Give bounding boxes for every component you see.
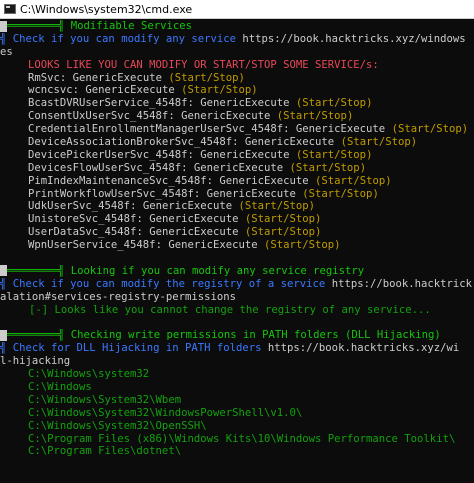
console-output[interactable]: ════════╣ Modifiable Services ╣ Check if…: [0, 19, 474, 483]
service-permission: GenericExecute: [200, 97, 290, 110]
path-folder: C:\Program Files\dotnet\: [28, 445, 182, 458]
service-name: WpnUserService_4548f: [28, 239, 156, 252]
window-title: C:\Windows\system32\cmd.exe: [20, 2, 193, 16]
service-action: (Start/Stop): [391, 123, 469, 136]
path-folder-row: C:\Program Files (x86)\Windows Kits\10\W…: [0, 433, 474, 446]
service-action: (Start/Stop): [295, 97, 373, 110]
service-action: (Start/Stop): [295, 148, 373, 161]
service-action: (Start/Stop): [264, 239, 341, 252]
service-row: BcastDVRUserService_4548f: GenericExecut…: [28, 97, 373, 110]
service-action: (Start/Stop): [181, 84, 258, 97]
service-row: PrintWorkflowUserSvc_4548f: GenericExecu…: [28, 187, 379, 200]
path-folder: C:\Windows: [28, 380, 92, 393]
check-line: ╣ Check if you can modify the registry o…: [0, 277, 473, 290]
section-header-registry: ════════╣ Looking if you can modify any …: [0, 265, 474, 278]
path-folder: C:\Windows\System32\Wbem: [28, 393, 182, 406]
service-permission: GenericExecute: [85, 84, 175, 97]
service-row: DeviceAssociationBrokerSvc_4548f: Generi…: [28, 136, 418, 149]
service-permission: GenericExecute: [200, 148, 290, 161]
path-folder-row: C:\Program Files\dotnet\: [0, 445, 474, 458]
service-name: UnistoreSvc_4548f: [28, 213, 137, 226]
service-action: (Start/Stop): [315, 174, 392, 187]
service-action: (Start/Stop): [340, 136, 418, 149]
service-row: ConsentUxUserSvc_4548f: GenericExecute (…: [28, 110, 354, 123]
service-row: wcncsvc: GenericExecute (Start/Stop): [28, 84, 258, 97]
path-folder: C:\Windows\System32\OpenSSH\: [28, 419, 207, 432]
registry-result: [-] Looks like you cannot change the reg…: [29, 303, 431, 316]
path-folder-row: C:\Windows\system32: [0, 368, 474, 381]
service-name: RmSvc: [28, 71, 60, 84]
service-action: (Start/Stop): [276, 110, 354, 123]
check-line: ╣ Check if you can modify any service ht…: [0, 32, 466, 45]
path-folder-row: C:\Windows\System32\OpenSSH\: [0, 420, 474, 433]
service-row: CredentialEnrollmentManagerUserSvc_4548f…: [28, 123, 469, 136]
service-permission: GenericExecute: [193, 161, 284, 174]
path-folder: C:\Windows\System32\WindowsPowerShell\v1…: [28, 406, 303, 419]
path-folders-list: C:\Windows\system32 C:\Windows C:\Windows\…: [0, 368, 474, 458]
service-row: DevicesFlowUserSvc_4548f: GenericExecute…: [28, 161, 367, 174]
service-name: wcncsvc: [28, 84, 73, 97]
url-continuation: l-hijacking: [0, 355, 71, 368]
path-folder: C:\Windows\system32: [28, 368, 150, 381]
service-name: BcastDVRUserService_4548f: [28, 97, 188, 110]
section-marker-icon: [0, 265, 7, 277]
url-text: https://book.hacktricks.xyz/wi: [267, 342, 460, 355]
service-name: PrintWorkflowUserSvc_4548f: [28, 187, 194, 200]
service-row: UdkUserSvc_4548f: GenericExecute (Start/…: [28, 200, 316, 213]
title-bar[interactable]: C:\Windows\system32\cmd.exe: [0, 0, 474, 19]
path-folder-row: C:\Windows: [0, 381, 474, 394]
service-permission: GenericExecute: [206, 187, 296, 200]
service-permission: GenericExecute: [219, 174, 309, 187]
path-folder-row: C:\Windows\System32\Wbem: [0, 394, 474, 407]
service-action: (Start/Stop): [244, 226, 322, 239]
service-name: UserDataSvc_4548f: [28, 226, 137, 239]
service-permission: GenericExecute: [181, 110, 271, 123]
section-marker-icon: [0, 20, 7, 32]
service-permission: GenericExecute: [72, 71, 162, 84]
section-marker-icon: [0, 329, 7, 341]
path-folder-row: C:\Windows\System32\WindowsPowerShell\v1…: [0, 407, 474, 420]
service-permission: GenericExecute: [149, 226, 239, 239]
warning-line: LOOKS LIKE YOU CAN MODIFY OR START/STOP …: [28, 58, 379, 71]
section-header-path: ════════╣ Checking write permissions in …: [0, 329, 474, 342]
service-name: ConsentUxUserSvc_4548f: [28, 110, 169, 123]
service-action: (Start/Stop): [244, 213, 322, 226]
service-permission: GenericExecute: [149, 213, 239, 226]
url-text: https://book.hacktricks.xyz/windows: [242, 32, 466, 45]
service-name: PimIndexMaintenanceSvc_4548f: [28, 174, 207, 187]
path-folder: C:\Program Files (x86)\Windows Kits\10\W…: [28, 432, 456, 445]
service-action: (Start/Stop): [302, 187, 379, 200]
terminal-window: C:\Windows\system32\cmd.exe ════════╣ Mo…: [0, 0, 474, 483]
check-line: ╣ Check for DLL Hijacking in PATH folder…: [0, 342, 460, 355]
service-name: DeviceAssociationBrokerSvc_4548f: [28, 136, 233, 149]
service-name: CredentialEnrollmentManagerUserSvc_4548f: [28, 123, 284, 136]
section-header-services: ════════╣ Modifiable Services: [0, 20, 474, 33]
services-list: RmSvc: GenericExecute (Start/Stop) wcncsv…: [0, 72, 474, 252]
service-action: (Start/Stop): [238, 200, 316, 213]
service-row: UnistoreSvc_4548f: GenericExecute (Start…: [28, 213, 322, 226]
service-name: DevicePickerUserSvc_4548f: [28, 148, 188, 161]
service-name: DevicesFlowUserSvc_4548f: [28, 161, 182, 174]
cmd-icon: [4, 4, 16, 14]
service-row: PimIndexMaintenanceSvc_4548f: GenericExe…: [28, 174, 392, 187]
service-row: RmSvc: GenericExecute (Start/Stop): [28, 71, 245, 84]
service-permission: GenericExecute: [168, 239, 258, 252]
url-continuation: es: [0, 45, 13, 58]
url-continuation: alation#services-registry-permissions: [0, 290, 236, 303]
service-row: WpnUserService_4548f: GenericExecute (St…: [28, 239, 341, 252]
service-action: (Start/Stop): [168, 71, 245, 84]
service-permission: GenericExecute: [142, 200, 233, 213]
service-action: (Start/Stop): [289, 161, 367, 174]
service-permission: GenericExecute: [295, 123, 386, 136]
url-text: https://book.hacktrick: [331, 277, 473, 290]
service-row: UserDataSvc_4548f: GenericExecute (Start…: [28, 226, 322, 239]
service-row: DevicePickerUserSvc_4548f: GenericExecut…: [28, 148, 373, 161]
service-name: UdkUserSvc_4548f: [28, 200, 131, 213]
service-permission: GenericExecute: [244, 136, 335, 149]
